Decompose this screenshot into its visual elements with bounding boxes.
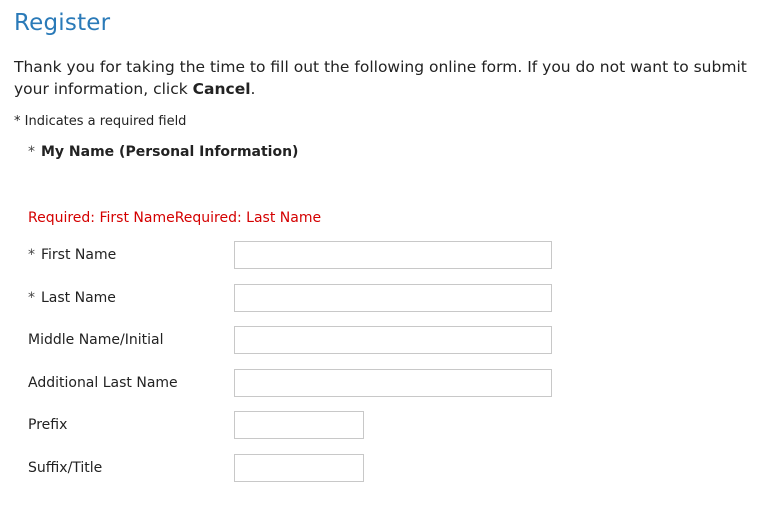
additional-last-name-label: Additional Last Name: [28, 375, 178, 391]
prefix-label: Prefix: [28, 417, 68, 433]
required-star: *: [28, 247, 35, 263]
required-star: *: [28, 290, 35, 306]
last-name-input[interactable]: [234, 284, 552, 312]
middle-name-label: Middle Name/Initial: [28, 332, 164, 348]
first-name-label: * First Name: [28, 247, 116, 263]
intro-end: .: [250, 80, 256, 98]
required-star: *: [28, 144, 35, 160]
page-title: Register: [14, 10, 111, 36]
additional-last-name-input[interactable]: [234, 369, 552, 397]
validation-errors: Required: First NameRequired: Last Name: [28, 210, 322, 226]
first-name-input[interactable]: [234, 241, 552, 269]
section-heading-label: My Name (Personal Information): [41, 144, 299, 160]
prefix-input[interactable]: [234, 411, 364, 439]
intro-cancel-text: Cancel: [192, 80, 251, 98]
suffix-label: Suffix/Title: [28, 460, 103, 476]
suffix-input[interactable]: [234, 454, 364, 482]
section-heading: * My Name (Personal Information): [28, 144, 298, 160]
required-field-note: * Indicates a required field: [14, 114, 187, 129]
intro-text: Thank you for taking the time to fill ou…: [14, 58, 747, 98]
last-name-label: * Last Name: [28, 290, 116, 306]
middle-name-input[interactable]: [234, 326, 552, 354]
intro-paragraph: Thank you for taking the time to fill ou…: [14, 56, 779, 100]
first-name-label-text: First Name: [41, 247, 117, 263]
last-name-label-text: Last Name: [41, 290, 116, 306]
register-page: Register Thank you for taking the time t…: [0, 0, 784, 506]
